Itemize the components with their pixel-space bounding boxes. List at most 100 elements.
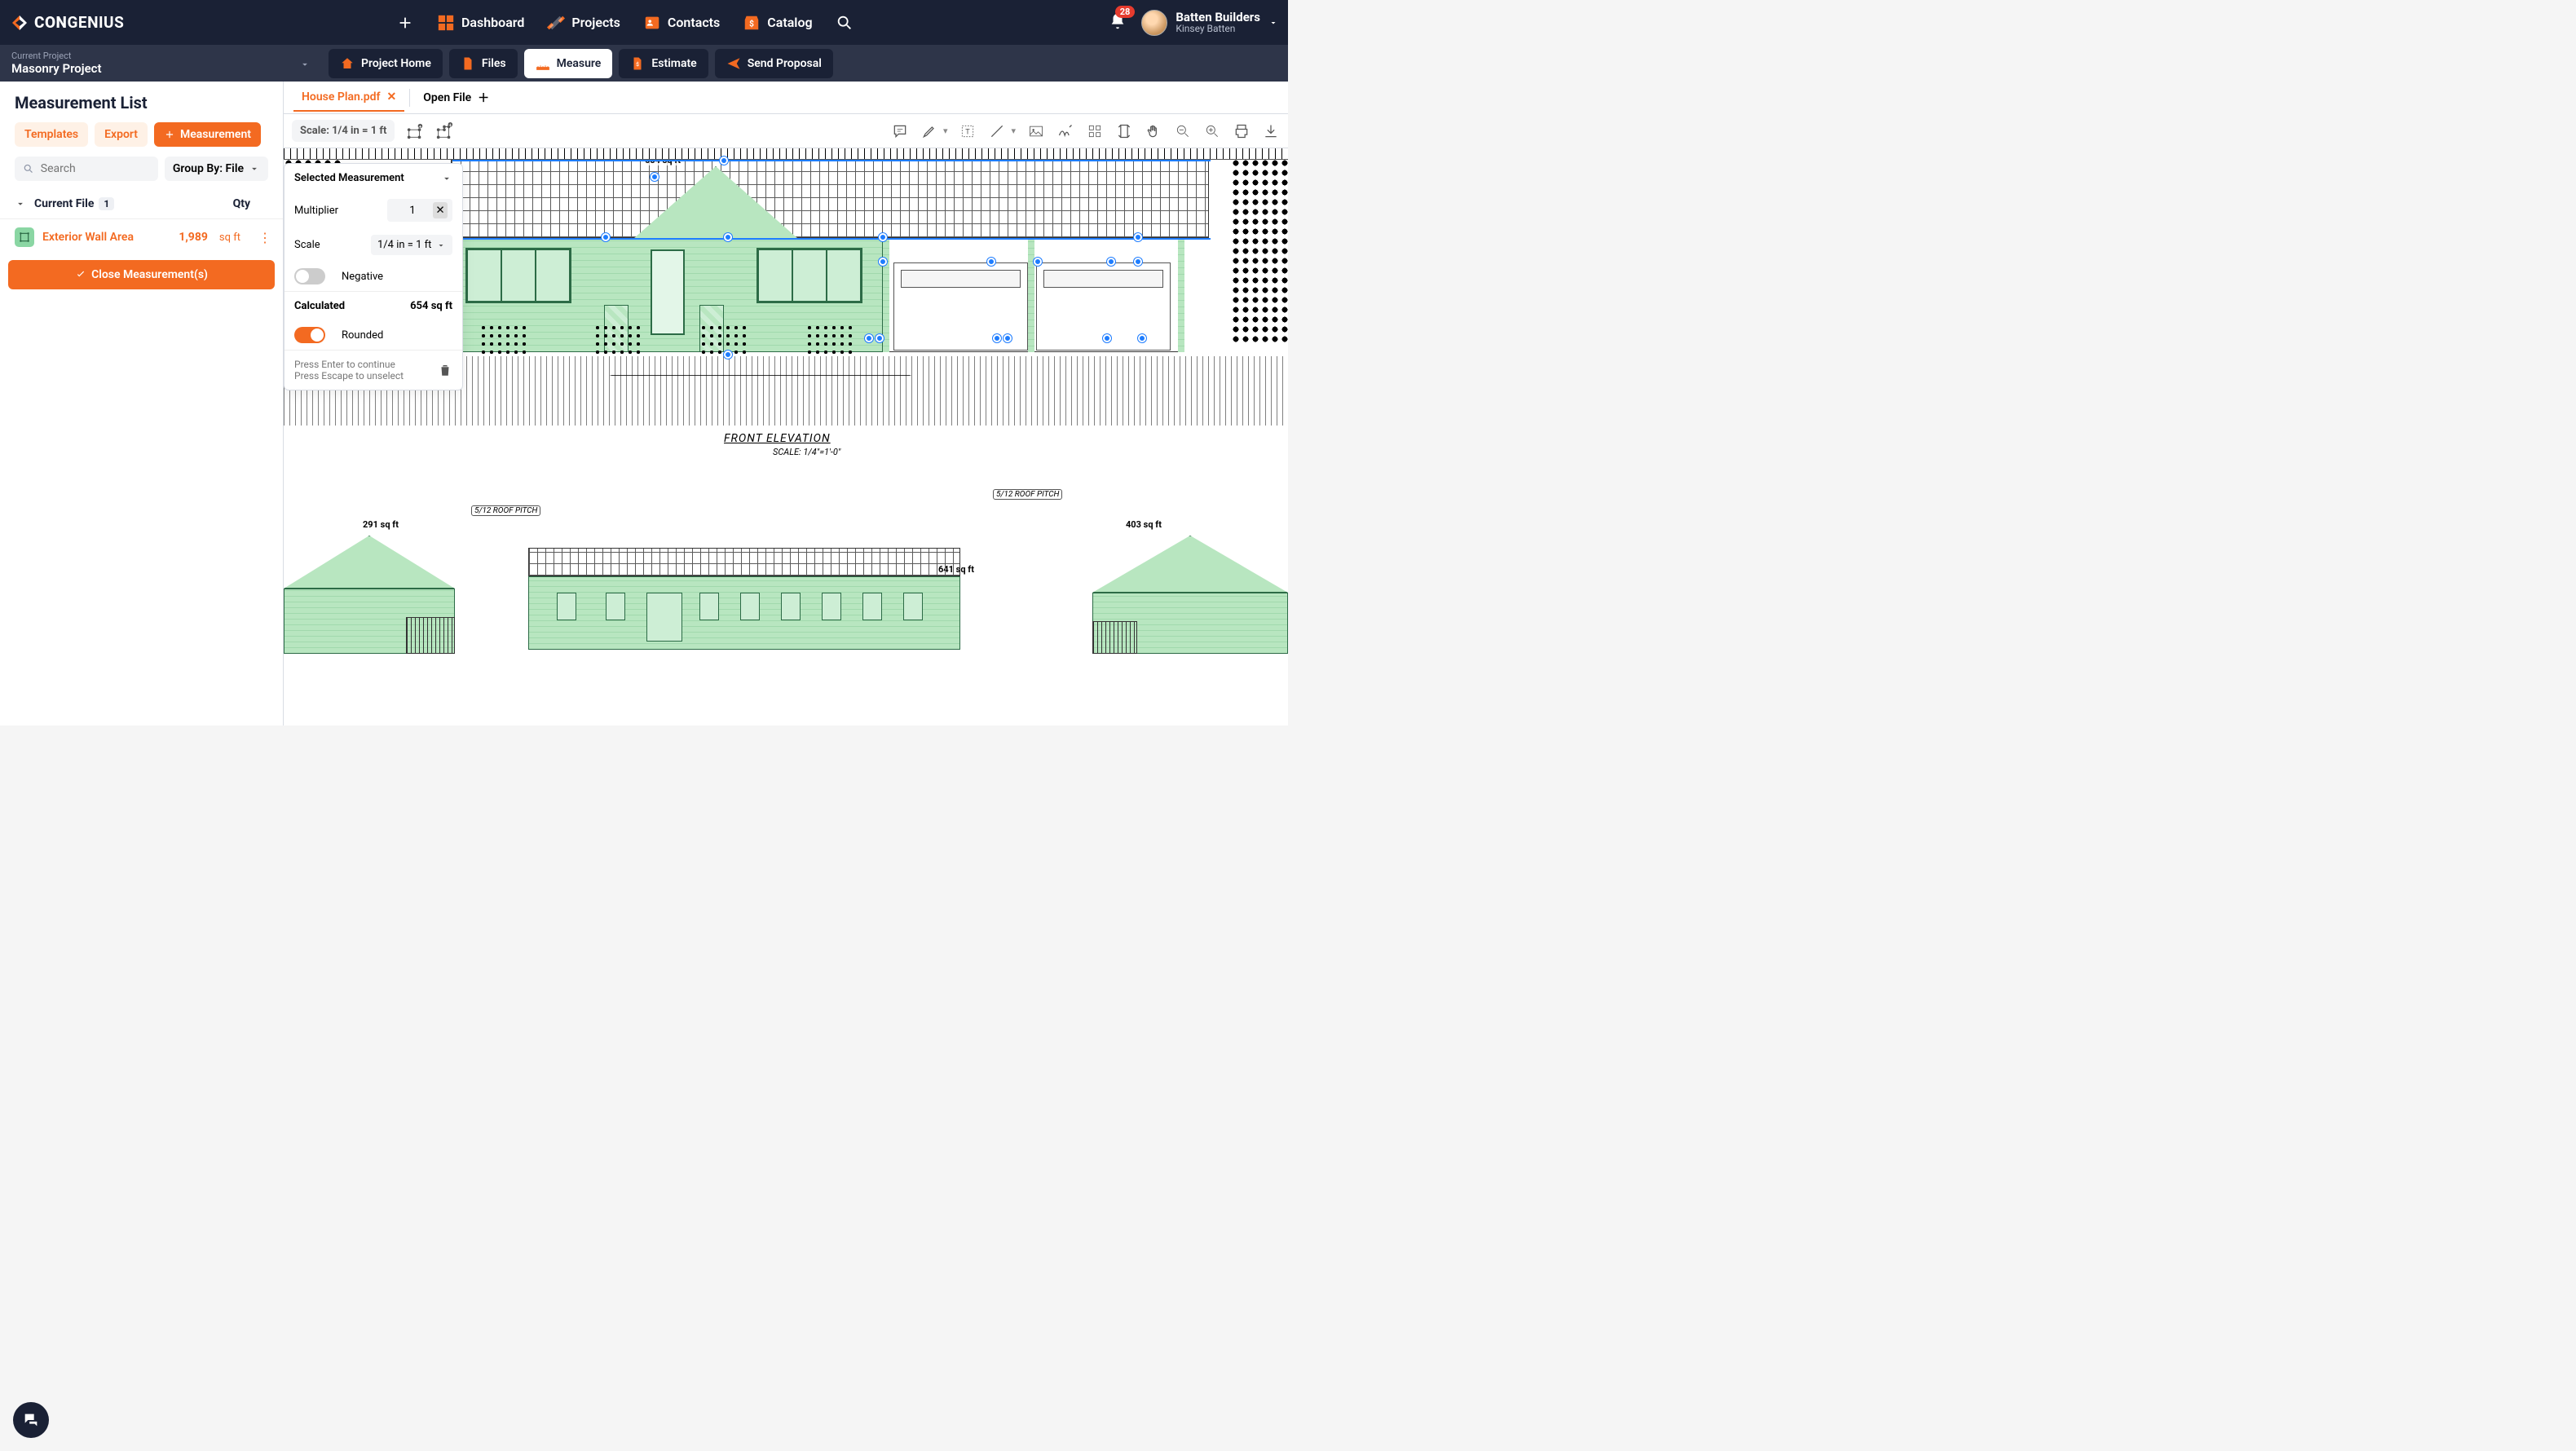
groupby-select[interactable]: Group By: File <box>165 157 268 181</box>
selection-line <box>452 238 1211 240</box>
nav-search[interactable] <box>836 14 854 32</box>
calculated-label: Calculated <box>294 300 345 312</box>
project-tabs: Project Home Files Measure $ Estimate Se… <box>329 49 833 78</box>
tab-files[interactable]: Files <box>449 49 518 78</box>
zoom-in-tool[interactable] <box>1203 122 1221 140</box>
export-button[interactable]: Export <box>95 122 148 147</box>
print-tool[interactable] <box>1233 122 1251 140</box>
selection-handle[interactable] <box>1134 233 1142 241</box>
panel-header[interactable]: Selected Measurement <box>285 164 462 192</box>
selection-handle[interactable] <box>1134 258 1142 266</box>
file-tab-active[interactable]: House Plan.pdf ✕ <box>293 84 404 112</box>
top-nav: CONGENIUS Dashboard Projects Contacts $ … <box>0 0 1288 45</box>
svg-text:$: $ <box>749 18 754 29</box>
highlight-tool[interactable] <box>920 122 938 140</box>
selection-handle[interactable] <box>876 334 884 342</box>
file-tab-label: House Plan.pdf <box>302 90 381 104</box>
clear-multiplier-button[interactable]: ✕ <box>433 202 448 218</box>
tab-home-label: Project Home <box>361 57 431 70</box>
selection-handle[interactable] <box>1003 334 1012 342</box>
signature-tool[interactable] <box>1056 122 1074 140</box>
selection-handle[interactable] <box>987 258 995 266</box>
pan-tool[interactable] <box>1145 122 1162 140</box>
selection-handle[interactable] <box>1138 334 1146 342</box>
dashboard-icon <box>437 14 455 32</box>
multiplier-input[interactable] <box>392 205 433 217</box>
calculated-value: 654 sq ft <box>410 300 452 312</box>
trash-icon[interactable] <box>438 363 452 377</box>
tab-measure[interactable]: Measure <box>524 49 613 78</box>
caret-down-icon <box>1268 18 1278 28</box>
logo[interactable]: CONGENIUS <box>10 13 124 33</box>
add-measurement-button[interactable]: Measurement <box>154 122 261 147</box>
download-tool[interactable] <box>1262 122 1280 140</box>
multiplier-row: Multiplier ✕ <box>285 192 462 228</box>
rounded-row: Rounded <box>285 320 462 350</box>
selection-handle[interactable] <box>602 233 610 241</box>
nav-contacts[interactable]: Contacts <box>643 14 720 32</box>
avatar <box>1141 10 1167 36</box>
image-tool[interactable] <box>1027 122 1045 140</box>
nav-projects[interactable]: Projects <box>547 14 620 32</box>
tab-project-home[interactable]: Project Home <box>329 49 443 78</box>
measurement-row[interactable]: Exterior Wall Area 1,989 sq ft ⋮ <box>0 219 283 255</box>
nav-right: 28 Batten Builders Kinsey Batten <box>1109 10 1278 36</box>
row-menu-button[interactable]: ⋮ <box>255 230 275 245</box>
selection-handle[interactable] <box>651 173 659 181</box>
user-menu[interactable]: Batten Builders Kinsey Batten <box>1141 10 1278 36</box>
nav-dashboard-label: Dashboard <box>461 15 524 30</box>
chevron-down-icon <box>436 240 446 250</box>
text-tool[interactable]: T <box>959 122 977 140</box>
caret-icon[interactable]: ▾ <box>943 126 948 136</box>
list-header[interactable]: Current File 1 Qty <box>0 189 283 219</box>
selection-handle[interactable] <box>724 351 732 359</box>
selection-handle[interactable] <box>1107 258 1115 266</box>
zoom-out-tool[interactable] <box>1174 122 1192 140</box>
tab-estimate[interactable]: $ Estimate <box>619 49 708 78</box>
selection-handle[interactable] <box>724 233 732 241</box>
templates-button[interactable]: Templates <box>15 122 88 147</box>
search-icon <box>23 162 34 175</box>
tab-proposal[interactable]: Send Proposal <box>715 49 833 78</box>
contacts-icon <box>643 14 661 32</box>
close-tab-icon[interactable]: ✕ <box>387 90 397 104</box>
open-file-button[interactable]: Open File ＋ <box>415 83 497 112</box>
add-button[interactable] <box>396 14 414 32</box>
scale-select[interactable]: 1/4 in = 1 ft <box>371 235 452 255</box>
shape-tool-1[interactable]: + <box>406 122 424 140</box>
shape-tool-2[interactable]: + <box>435 122 453 140</box>
selection-handle[interactable] <box>865 334 873 342</box>
ruler-icon <box>536 56 550 71</box>
selection-handle[interactable] <box>1103 334 1111 342</box>
note-tool[interactable] <box>891 122 909 140</box>
negative-toggle[interactable] <box>294 268 325 284</box>
selection-handle[interactable] <box>993 334 1001 342</box>
rounded-toggle[interactable] <box>294 327 325 343</box>
nav-center: Dashboard Projects Contacts $ Catalog <box>140 14 1109 32</box>
search-input[interactable] <box>41 162 150 175</box>
calculated-row: Calculated 654 sq ft <box>285 291 462 320</box>
chat-fab[interactable] <box>13 1402 49 1438</box>
caret-icon[interactable]: ▾ <box>1011 126 1016 136</box>
close-measurements-button[interactable]: Close Measurement(s) <box>8 260 275 289</box>
grid-tool[interactable] <box>1086 122 1104 140</box>
notifications-button[interactable]: 28 <box>1109 12 1127 33</box>
selection-handle[interactable] <box>879 258 887 266</box>
page-tool[interactable] <box>1115 122 1133 140</box>
selection-handle[interactable] <box>720 157 728 165</box>
nav-dashboard[interactable]: Dashboard <box>437 14 524 32</box>
scale-chip[interactable]: Scale: 1/4 in = 1 ft <box>292 120 395 142</box>
drawing-canvas[interactable]: FRONT ELEVATION SCALE: 1/4"=1'-0" 654 sq… <box>284 148 1288 726</box>
nav-projects-label: Projects <box>571 15 620 30</box>
project-selector[interactable]: Current Project Masonry Project <box>0 47 322 79</box>
notification-badge: 28 <box>1115 6 1136 18</box>
roof-pitch-label: 5/12 ROOF PITCH <box>993 489 1062 500</box>
search-box[interactable] <box>15 157 158 181</box>
selection-handle[interactable] <box>1034 258 1042 266</box>
selection-handle[interactable] <box>879 233 887 241</box>
file-icon <box>461 56 475 71</box>
nav-catalog[interactable]: $ Catalog <box>743 14 812 32</box>
selection-line <box>452 160 1211 161</box>
front-door <box>651 249 685 335</box>
line-tool[interactable] <box>988 122 1006 140</box>
